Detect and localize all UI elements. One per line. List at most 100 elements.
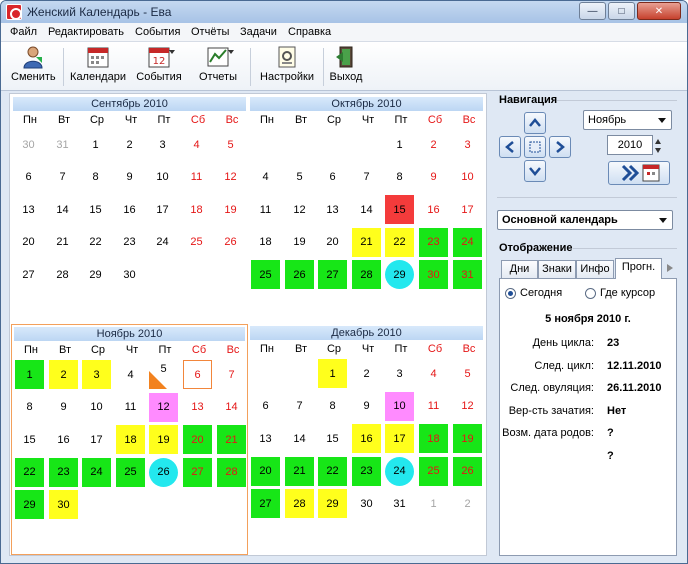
calendar-day[interactable]: 13 [251, 424, 280, 453]
calendar-day[interactable]: 28 [285, 489, 314, 518]
calendar-day[interactable]: 25 [182, 228, 211, 257]
calendar-day[interactable]: 18 [182, 195, 211, 224]
calendar-day[interactable]: 9 [419, 163, 448, 192]
tab-days[interactable]: Дни [501, 260, 538, 278]
calendar-day[interactable]: 8 [385, 163, 414, 192]
calendar-day[interactable]: 17 [148, 195, 177, 224]
tab-forecast[interactable]: Прогн. [615, 258, 662, 279]
calendar-day[interactable]: 17 [453, 195, 482, 224]
calendar-day[interactable]: 19 [285, 228, 314, 257]
calendar-day[interactable]: 19 [149, 425, 178, 454]
calendar-day[interactable]: 13 [183, 393, 212, 422]
title-bar[interactable]: Женский Календарь - Ева — □ ✕ [1, 1, 687, 23]
calendar-day[interactable]: 11 [116, 393, 145, 422]
calendar-day[interactable]: 14 [352, 195, 381, 224]
calendar-day[interactable]: 21 [48, 228, 77, 257]
calendar-day[interactable]: 31 [453, 260, 482, 289]
calendar-day[interactable]: 3 [148, 130, 177, 159]
calendar-day[interactable]: 28 [352, 260, 381, 289]
calendar-day[interactable]: 20 [251, 456, 280, 486]
calendar-day[interactable]: 1 [318, 359, 347, 388]
calendar-day[interactable]: 30 [419, 260, 448, 289]
calendar-day[interactable]: 27 [251, 489, 280, 518]
calendar-day[interactable]: 10 [453, 163, 482, 192]
menu-help[interactable]: Справка [288, 26, 331, 38]
calendar-day[interactable]: 2 [49, 360, 78, 389]
calendar-day[interactable]: 4 [182, 130, 211, 159]
calendar-day[interactable]: 30 [352, 489, 381, 518]
prev-year-button[interactable] [524, 112, 546, 134]
calendar-day[interactable]: 10 [148, 163, 177, 192]
calendar-day[interactable]: 5 [285, 163, 314, 192]
calendar-day[interactable]: 12 [149, 392, 178, 422]
calendar-day[interactable]: 3 [453, 130, 482, 159]
calendar-day[interactable]: 18 [419, 424, 448, 453]
calendar-day[interactable]: 6 [14, 163, 43, 192]
calendar-day[interactable]: 19 [453, 424, 482, 453]
close-button[interactable]: ✕ [637, 2, 681, 20]
month-select[interactable]: Ноябрь [583, 110, 672, 130]
calendar-day[interactable]: 30 [49, 490, 78, 519]
calendar-day[interactable]: 7 [48, 163, 77, 192]
menu-reports[interactable]: Отчёты [191, 26, 229, 38]
calendar-day[interactable]: 16 [352, 424, 381, 453]
menu-file[interactable]: Файл [10, 26, 37, 38]
calendar-day[interactable]: 24 [82, 457, 111, 487]
settings-button[interactable]: Настройки [257, 45, 317, 89]
calendar-day[interactable]: 14 [285, 424, 314, 453]
calendar-day[interactable]: 22 [318, 456, 347, 486]
calendar-day[interactable]: 12 [453, 392, 482, 421]
calendar-day[interactable]: 10 [385, 391, 414, 421]
calendar-day[interactable]: 7 [352, 163, 381, 192]
calendar-day[interactable]: 30 [115, 260, 144, 289]
prev-month-button[interactable] [499, 136, 521, 158]
events-button[interactable]: 12 События [135, 45, 183, 89]
minimize-button[interactable]: — [579, 2, 606, 20]
month-title[interactable]: Сентябрь 2010 [13, 97, 246, 111]
calendar-day[interactable]: 7 [217, 360, 246, 389]
calendar-day[interactable]: 4 [251, 163, 280, 192]
calendar-day[interactable]: 13 [318, 195, 347, 224]
calendar-day[interactable]: 22 [81, 228, 110, 257]
calendar-day[interactable]: 25 [116, 457, 145, 487]
calendar-day[interactable]: 2 [115, 130, 144, 159]
calendar-day[interactable]: 12 [216, 163, 245, 192]
calendar-day[interactable]: 28 [217, 457, 246, 487]
calendar-day[interactable]: 1 [15, 360, 44, 389]
menu-tasks[interactable]: Задачи [240, 26, 277, 38]
tab-signs[interactable]: Знаки [538, 260, 576, 278]
calendar-day[interactable]: 5 [453, 359, 482, 388]
calendar-day[interactable]: 1 [81, 130, 110, 159]
calendars-button[interactable]: Календари [69, 45, 127, 89]
calendar-day[interactable]: 29 [385, 260, 414, 289]
calendar-day[interactable]: 29 [318, 489, 347, 518]
calendar-day[interactable]: 17 [82, 425, 111, 454]
calendar-day[interactable]: 27 [14, 260, 43, 289]
calendar-day[interactable]: 24 [385, 456, 414, 486]
calendar-day[interactable]: 6 [183, 360, 212, 389]
calendar-day[interactable]: 9 [49, 393, 78, 422]
radio-today[interactable] [505, 288, 516, 299]
calendar-day[interactable]: 15 [15, 425, 44, 454]
calendar-day[interactable]: 8 [15, 393, 44, 422]
go-to-date-button[interactable] [608, 161, 670, 185]
calendar-day[interactable]: 23 [352, 456, 381, 486]
calendar-day[interactable]: 20 [318, 228, 347, 257]
change-user-button[interactable]: Сменить [11, 45, 56, 89]
radio-cursor[interactable] [585, 288, 596, 299]
calendar-day[interactable]: 6 [318, 163, 347, 192]
calendar-day[interactable]: 2 [352, 359, 381, 388]
calendar-day[interactable]: 29 [81, 260, 110, 289]
calendar-day[interactable]: 22 [15, 457, 44, 487]
calendar-day[interactable]: 14 [217, 393, 246, 422]
calendar-day[interactable]: 15 [385, 195, 414, 224]
calendar-day[interactable]: 30 [14, 130, 43, 159]
events-dropdown-arrow-icon[interactable] [169, 50, 175, 54]
calendar-day[interactable]: 26 [216, 228, 245, 257]
calendar-day[interactable]: 18 [116, 425, 145, 454]
calendar-day[interactable]: 12 [285, 195, 314, 224]
calendar-day[interactable]: 23 [49, 457, 78, 487]
calendar-day[interactable]: 20 [14, 228, 43, 257]
calendar-day[interactable]: 10 [82, 393, 111, 422]
calendar-day[interactable]: 27 [318, 260, 347, 289]
